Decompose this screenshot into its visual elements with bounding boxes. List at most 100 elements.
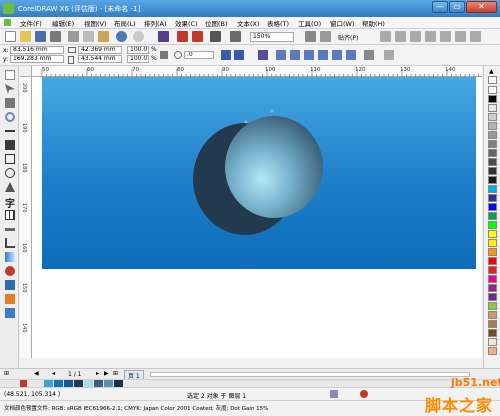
menu-bitmaps[interactable]: 位图(B) [205,18,228,28]
redo-icon[interactable] [133,31,144,42]
color-swatch[interactable] [488,149,497,157]
color-swatch[interactable] [488,275,497,283]
color-swatch[interactable] [488,185,497,193]
break-apart-icon[interactable] [470,31,481,42]
copy-icon[interactable] [83,31,94,42]
weld-icon[interactable] [258,50,268,60]
close-button[interactable]: ✕ [466,1,497,13]
crop-tool-icon[interactable] [5,98,15,108]
color-swatch[interactable] [488,257,497,265]
menu-window[interactable]: 窗口(W) [330,18,355,28]
menu-arrange[interactable]: 排列(A) [144,18,167,28]
prev-arrow-icon[interactable]: ◂ [52,370,55,377]
palette-scroll-up-icon[interactable]: ▲ [489,68,494,75]
rectangle-tool-icon[interactable] [5,154,15,164]
pick-tool-icon[interactable] [5,70,15,80]
rulers-icon[interactable] [320,31,331,42]
node-handle[interactable] [270,109,274,113]
connector-tool-icon[interactable] [5,238,15,248]
color-swatch[interactable] [488,194,497,202]
freehand-tool-icon[interactable] [5,130,15,132]
color-swatch[interactable] [488,347,497,355]
mirror-vertical-icon[interactable] [234,50,244,60]
table-tool-icon[interactable] [5,210,15,220]
transform-icon[interactable] [410,31,421,42]
print-icon[interactable] [50,31,61,42]
front-minus-back-icon[interactable] [318,50,328,60]
trim-icon[interactable] [276,50,286,60]
color-swatch[interactable] [488,104,497,112]
zoom-level-select[interactable]: 150% [250,32,294,42]
color-swatch[interactable] [488,140,497,148]
color-swatch[interactable] [488,212,497,220]
color-swatch[interactable] [488,122,497,130]
new-document-icon[interactable] [5,31,16,42]
menu-layout[interactable]: 布局(L) [114,18,136,28]
color-swatch[interactable] [488,221,497,229]
lock-ratio-icon[interactable] [160,51,168,59]
document-color-swatch[interactable] [74,380,83,387]
snap-to-dropdown[interactable]: 贴齐(P) [338,33,358,42]
color-swatch[interactable] [488,239,497,247]
first-page-icon[interactable]: ⊞ [4,370,9,377]
color-swatch[interactable] [488,158,497,166]
menu-tools[interactable]: 工具(O) [298,18,321,28]
color-swatch[interactable] [488,167,497,175]
polygon-tool-icon[interactable] [5,182,15,192]
color-swatch[interactable] [488,230,497,238]
color-swatch[interactable] [488,329,497,337]
color-swatch[interactable] [488,302,497,310]
text-tool-icon[interactable]: 字 [5,195,15,210]
undo-icon[interactable] [116,31,127,42]
minimize-button[interactable]: — [432,1,448,13]
simplify-icon[interactable] [304,50,314,60]
horizontal-scrollbar[interactable] [150,372,470,377]
dimension-tool-icon[interactable] [5,228,15,231]
ellipse-tool-icon[interactable] [5,168,15,178]
color-swatch[interactable] [488,320,497,328]
ungroup-icon[interactable] [440,31,451,42]
smart-fill-tool-icon[interactable] [5,140,15,150]
color-swatch[interactable] [488,311,497,319]
outline-tool-icon[interactable] [5,280,15,290]
last-page-icon[interactable]: ▶ [104,370,109,377]
menu-view[interactable]: 视图(V) [84,18,107,28]
options-icon[interactable] [380,31,391,42]
document-color-swatch[interactable] [44,380,53,387]
menu-text[interactable]: 文本(X) [237,18,260,28]
shape-tool-icon[interactable] [5,84,15,94]
drawing-canvas[interactable] [32,77,482,358]
save-icon[interactable] [35,31,46,42]
rotation-field[interactable]: .0 [184,51,214,59]
color-swatch[interactable] [488,86,497,94]
document-color-swatch[interactable] [64,380,73,387]
cut-icon[interactable] [68,31,79,42]
intersect-icon[interactable] [290,50,300,60]
scale-width-field[interactable]: 100.0 [127,46,149,54]
gradient-circle[interactable] [225,116,323,218]
next-page-icon[interactable]: ▸ [96,370,99,377]
zoom-tool-icon[interactable] [5,112,15,122]
full-screen-icon[interactable] [305,31,316,42]
outline-pen-icon[interactable] [384,50,394,60]
x-position-field[interactable]: 83.516 mm [10,46,64,54]
align-icon[interactable] [395,31,406,42]
color-eyedropper-icon[interactable] [5,266,15,276]
outline-status-icon[interactable] [360,390,368,398]
color-swatch[interactable] [488,266,497,274]
combine-icon[interactable] [455,31,466,42]
align-distribute-icon[interactable] [364,50,374,60]
height-field[interactable]: 43.544 mm [78,55,122,63]
publish-pdf-icon[interactable] [210,31,221,42]
export-icon[interactable] [192,31,203,42]
mirror-horizontal-icon[interactable] [221,50,231,60]
back-minus-front-icon[interactable] [332,50,342,60]
scale-height-field[interactable]: 100.0 [127,55,149,63]
color-swatch[interactable] [488,176,497,184]
width-field[interactable]: 42.369 mm [78,46,122,54]
paste-icon[interactable] [98,31,109,42]
add-page-icon[interactable]: ⊞ [113,370,118,377]
document-color-swatch[interactable] [84,380,93,387]
menu-help[interactable]: 帮助(H) [362,18,385,28]
document-color-swatch[interactable] [94,380,103,387]
